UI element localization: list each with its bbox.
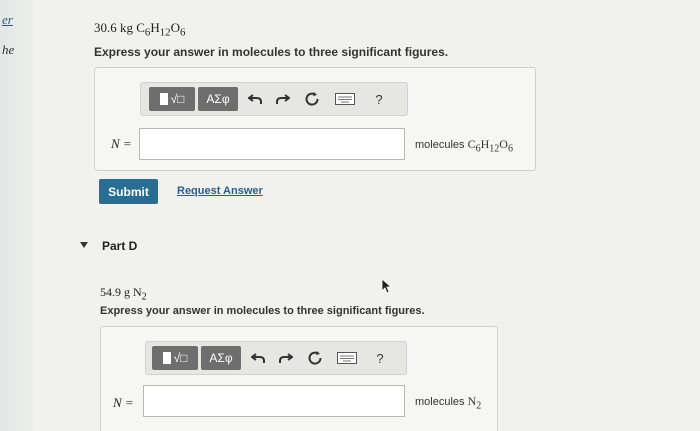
- partd-answer-unit: molecules N2: [415, 394, 481, 411]
- symbols-label: ΑΣφ: [209, 351, 233, 365]
- templates-button[interactable]: √□: [152, 346, 198, 370]
- redo-icon[interactable]: [276, 348, 296, 368]
- keyboard-icon[interactable]: [336, 348, 358, 368]
- partd-unit-prefix: molecules: [415, 396, 465, 408]
- partd-given-formula: N2: [133, 285, 147, 303]
- partc-answer-panel: √□ ΑΣφ ? N = molecules C6H12O6: [94, 67, 536, 171]
- symbols-button[interactable]: ΑΣφ: [198, 87, 238, 111]
- templates-button[interactable]: √□: [149, 87, 195, 111]
- help-icon[interactable]: ?: [370, 348, 390, 368]
- template-block-icon: [159, 93, 168, 105]
- partc-math-toolbar: √□ ΑΣφ ?: [140, 82, 408, 116]
- partd-unit-formula: N2: [467, 394, 482, 412]
- partd-answer-panel: √□ ΑΣφ ? N = molecules N2: [100, 326, 498, 431]
- redo-icon[interactable]: [273, 89, 293, 109]
- symbols-label: ΑΣφ: [206, 92, 230, 106]
- partc-given-formula: C6H12O6: [136, 20, 186, 39]
- partd-header[interactable]: Part D: [102, 239, 137, 253]
- reset-icon[interactable]: [305, 348, 325, 368]
- partc-given-amount: 30.6 kg: [94, 20, 133, 35]
- collapse-caret-icon[interactable]: [80, 242, 88, 248]
- partc-prompt: Express your answer in molecules to thre…: [94, 45, 449, 59]
- partc-unit-formula: C6H12O6: [467, 137, 513, 155]
- template-block-icon: [162, 352, 171, 364]
- left-sidebar: [0, 0, 34, 431]
- partd-given-quantity: 54.9 g N2: [100, 285, 147, 302]
- partd-answer-label: N =: [113, 395, 134, 410]
- request-answer-link[interactable]: Request Answer: [177, 185, 263, 197]
- partc-answer-unit: molecules C6H12O6: [415, 137, 513, 154]
- sidebar-text-fragment: he: [2, 42, 15, 57]
- partd-given-amount: 54.9 g: [100, 285, 130, 299]
- partd-math-toolbar: √□ ΑΣφ ?: [145, 341, 407, 375]
- submit-button[interactable]: Submit: [99, 179, 158, 204]
- keyboard-icon[interactable]: [334, 89, 356, 109]
- partc-unit-prefix: molecules: [415, 139, 465, 151]
- partd-prompt: Express your answer in molecules to thre…: [100, 305, 425, 317]
- mouse-cursor-icon: [381, 278, 392, 294]
- sidebar-link-fragment[interactable]: er: [2, 12, 13, 28]
- templates-label: √□: [173, 351, 188, 365]
- help-icon[interactable]: ?: [369, 89, 389, 109]
- symbols-button[interactable]: ΑΣφ: [201, 346, 241, 370]
- partc-answer-input[interactable]: [139, 128, 405, 160]
- reset-icon[interactable]: [302, 89, 322, 109]
- partc-given-quantity: 30.6 kg C6H12O6: [94, 20, 185, 39]
- undo-icon[interactable]: [248, 348, 268, 368]
- undo-icon[interactable]: [245, 89, 265, 109]
- partc-answer-label: N =: [111, 136, 132, 151]
- partd-answer-input[interactable]: [143, 385, 405, 417]
- templates-label: √□: [170, 92, 185, 106]
